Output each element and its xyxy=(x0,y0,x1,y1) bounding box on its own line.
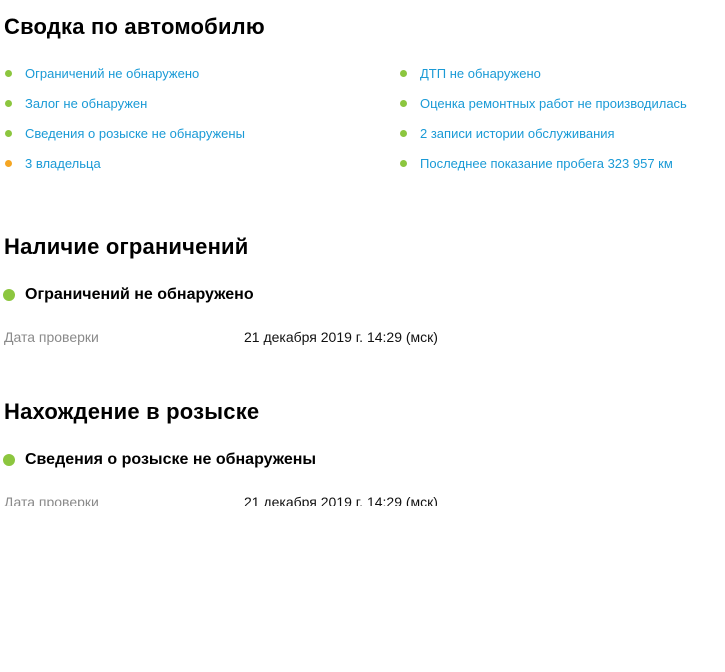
summary-item-repair-estimate[interactable]: Оценка ремонтных работ не производилась xyxy=(400,93,687,113)
summary-link-repair-estimate[interactable]: Оценка ремонтных работ не производилась xyxy=(420,96,687,111)
report-page: Сводка по автомобилю Ограничений не обна… xyxy=(0,0,725,672)
status-dot-icon xyxy=(400,69,407,77)
restrictions-check-date-row: Дата проверки 21 декабря 2019 г. 14:29 (… xyxy=(4,327,438,347)
status-dot-icon xyxy=(3,454,15,466)
wanted-status: Сведения о розыске не обнаружены xyxy=(3,448,316,472)
summary-title: Сводка по автомобилю xyxy=(4,14,265,39)
summary-item-service-history[interactable]: 2 записи истории обслуживания xyxy=(400,123,615,143)
check-date-label: Дата проверки xyxy=(4,494,99,506)
status-dot-icon xyxy=(5,159,12,167)
status-dot-icon xyxy=(400,99,407,107)
summary-link-wanted[interactable]: Сведения о розыске не обнаружены xyxy=(25,126,245,141)
summary-item-restrictions[interactable]: Ограничений не обнаружено xyxy=(5,63,199,83)
summary-item-pledge[interactable]: Залог не обнаружен xyxy=(5,93,147,113)
wanted-status-text: Сведения о розыске не обнаружены xyxy=(25,451,317,468)
summary-link-restrictions[interactable]: Ограничений не обнаружено xyxy=(25,66,199,81)
summary-item-accidents[interactable]: ДТП не обнаружено xyxy=(400,63,541,83)
check-date-value: 21 декабря 2019 г. 14:29 (мск) xyxy=(244,329,438,345)
summary-item-mileage[interactable]: Последнее показание пробега 323 957 км xyxy=(400,153,673,173)
restrictions-status: Ограничений не обнаружено xyxy=(3,283,254,307)
check-date-value: 21 декабря 2019 г. 14:29 (мск) xyxy=(244,494,438,506)
check-date-label: Дата проверки xyxy=(4,329,99,345)
report-content: Сводка по автомобилю Ограничений не обна… xyxy=(0,0,725,506)
summary-link-pledge[interactable]: Залог не обнаружен xyxy=(25,96,147,111)
summary-link-mileage[interactable]: Последнее показание пробега 323 957 км xyxy=(420,156,673,171)
summary-item-wanted[interactable]: Сведения о розыске не обнаружены xyxy=(5,123,245,143)
status-dot-icon xyxy=(3,289,15,301)
wanted-check-date-row: Дата проверки 21 декабря 2019 г. 14:29 (… xyxy=(4,492,438,506)
status-dot-icon xyxy=(5,69,12,77)
summary-link-service-history[interactable]: 2 записи истории обслуживания xyxy=(420,126,615,141)
summary-link-owners[interactable]: 3 владельца xyxy=(25,156,101,171)
summary-item-owners[interactable]: 3 владельца xyxy=(5,153,101,173)
restrictions-status-text: Ограничений не обнаружено xyxy=(25,286,254,303)
restrictions-title: Наличие ограничений xyxy=(4,234,249,259)
summary-link-accidents[interactable]: ДТП не обнаружено xyxy=(420,66,541,81)
status-dot-icon xyxy=(400,129,407,137)
status-dot-icon xyxy=(5,99,12,107)
wanted-title: Нахождение в розыске xyxy=(4,399,260,424)
status-dot-icon xyxy=(5,129,12,137)
status-dot-icon xyxy=(400,159,407,167)
